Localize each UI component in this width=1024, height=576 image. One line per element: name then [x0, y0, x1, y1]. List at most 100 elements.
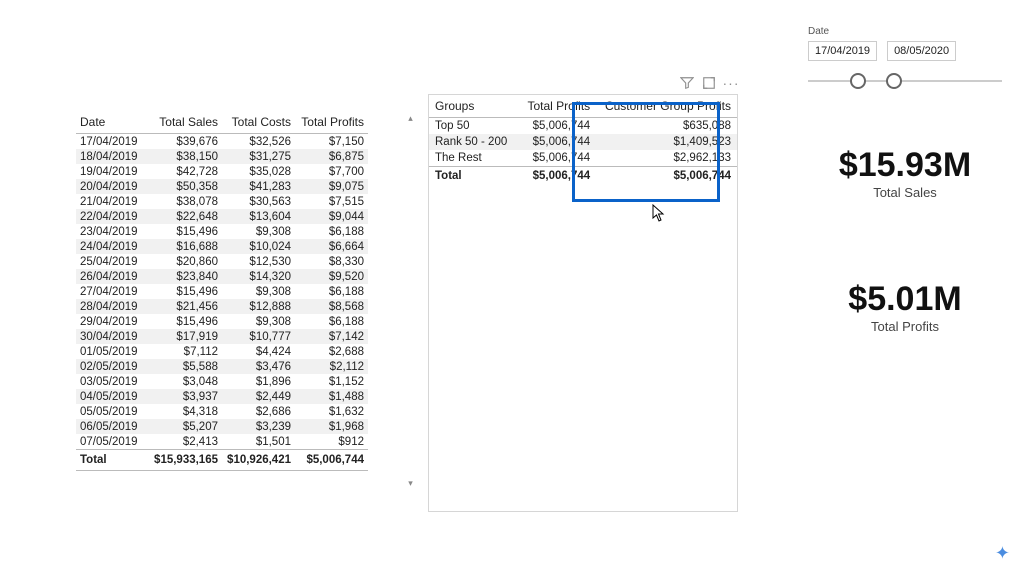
table-row[interactable]: 20/04/2019$50,358$41,283$9,075 — [76, 179, 368, 194]
cell-value: $5,588 — [146, 359, 222, 374]
cell-date: 21/04/2019 — [76, 194, 146, 209]
cell-value: $3,048 — [146, 374, 222, 389]
cell-value: $32,526 — [222, 134, 295, 150]
cell-date: 29/04/2019 — [76, 314, 146, 329]
date-slider[interactable] — [808, 71, 1002, 91]
table-row[interactable]: 02/05/2019$5,588$3,476$2,112 — [76, 359, 368, 374]
cell-value: $12,530 — [222, 254, 295, 269]
cell-date: 03/05/2019 — [76, 374, 146, 389]
cell-date: 30/04/2019 — [76, 329, 146, 344]
table-row[interactable]: 28/04/2019$21,456$12,888$8,568 — [76, 299, 368, 314]
cell-value: $6,188 — [295, 314, 368, 329]
table-row[interactable]: 07/05/2019$2,413$1,501$912 — [76, 434, 368, 450]
table-total-row: Total $15,933,165 $10,926,421 $5,006,744 — [76, 450, 368, 471]
table-row[interactable]: 26/04/2019$23,840$14,320$9,520 — [76, 269, 368, 284]
daily-table: Date Total Sales Total Costs Total Profi… — [76, 112, 368, 471]
date-slicer[interactable]: Date 17/04/2019 08/05/2020 — [808, 26, 1002, 91]
table-header-row: Groups Total Profits Customer Group Prof… — [429, 95, 737, 118]
visual-toolbar: ··· — [679, 75, 739, 91]
cell-group: The Rest — [429, 150, 514, 167]
cell-value: $635,088 — [596, 118, 737, 135]
table-row[interactable]: 17/04/2019$39,676$32,526$7,150 — [76, 134, 368, 150]
cell-value: $1,632 — [295, 404, 368, 419]
filter-icon[interactable] — [679, 75, 695, 91]
table-row[interactable]: 01/05/2019$7,112$4,424$2,688 — [76, 344, 368, 359]
slider-handle-end[interactable] — [886, 73, 902, 89]
cell-value: $2,112 — [295, 359, 368, 374]
cell-value: $9,308 — [222, 284, 295, 299]
col-total-sales[interactable]: Total Sales — [146, 112, 222, 134]
cell-value: $912 — [295, 434, 368, 450]
cell-value: $5,207 — [146, 419, 222, 434]
cell-date: 24/04/2019 — [76, 239, 146, 254]
scroll-down-icon[interactable]: ▾ — [404, 477, 417, 490]
cell-value: $1,409,523 — [596, 134, 737, 150]
col-total-costs[interactable]: Total Costs — [222, 112, 295, 134]
cell-value: $8,330 — [295, 254, 368, 269]
cell-value: $38,078 — [146, 194, 222, 209]
cell-value: $12,888 — [222, 299, 295, 314]
col-groups[interactable]: Groups — [429, 95, 514, 118]
date-end-input[interactable]: 08/05/2020 — [887, 41, 956, 61]
table-row[interactable]: 23/04/2019$15,496$9,308$6,188 — [76, 224, 368, 239]
scroll-up-icon[interactable]: ▴ — [404, 112, 417, 125]
table-row[interactable]: 25/04/2019$20,860$12,530$8,330 — [76, 254, 368, 269]
table-row[interactable]: 21/04/2019$38,078$30,563$7,515 — [76, 194, 368, 209]
cell-value: $35,028 — [222, 164, 295, 179]
daily-table-visual[interactable]: Date Total Sales Total Costs Total Profi… — [76, 112, 368, 471]
more-options-icon[interactable]: ··· — [723, 75, 739, 91]
cell-value: $1,896 — [222, 374, 295, 389]
cell-value: $5,006,744 — [514, 150, 596, 167]
cell-value: $16,688 — [146, 239, 222, 254]
col-total-profits[interactable]: Total Profits — [514, 95, 596, 118]
table-row[interactable]: 24/04/2019$16,688$10,024$6,664 — [76, 239, 368, 254]
col-date[interactable]: Date — [76, 112, 146, 134]
table-scrollbar[interactable]: ▴ ▾ — [404, 112, 417, 490]
table-row[interactable]: 06/05/2019$5,207$3,239$1,968 — [76, 419, 368, 434]
cell-date: 07/05/2019 — [76, 434, 146, 450]
table-row[interactable]: 04/05/2019$3,937$2,449$1,488 — [76, 389, 368, 404]
table-row[interactable]: The Rest$5,006,744$2,962,133 — [429, 150, 737, 167]
slider-handle-start[interactable] — [850, 73, 866, 89]
table-row[interactable]: 27/04/2019$15,496$9,308$6,188 — [76, 284, 368, 299]
slider-track[interactable] — [808, 80, 1002, 82]
col-customer-group-profits[interactable]: Customer Group Profits — [596, 95, 737, 118]
table-row[interactable]: 30/04/2019$17,919$10,777$7,142 — [76, 329, 368, 344]
table-row[interactable]: 19/04/2019$42,728$35,028$7,700 — [76, 164, 368, 179]
table-row[interactable]: 03/05/2019$3,048$1,896$1,152 — [76, 374, 368, 389]
cell-date: 23/04/2019 — [76, 224, 146, 239]
cell-value: $15,496 — [146, 314, 222, 329]
table-row[interactable]: 22/04/2019$22,648$13,604$9,044 — [76, 209, 368, 224]
focus-mode-icon[interactable] — [701, 75, 717, 91]
cell-date: 19/04/2019 — [76, 164, 146, 179]
cell-value: $9,308 — [222, 314, 295, 329]
cell-value: $31,275 — [222, 149, 295, 164]
cell-value: $1,501 — [222, 434, 295, 450]
table-row[interactable]: Top 50$5,006,744$635,088 — [429, 118, 737, 135]
cell-value: $3,239 — [222, 419, 295, 434]
cell-value: $6,188 — [295, 284, 368, 299]
cell-value: $6,664 — [295, 239, 368, 254]
total-label: Total — [429, 167, 514, 186]
table-row[interactable]: 29/04/2019$15,496$9,308$6,188 — [76, 314, 368, 329]
cell-value: $7,142 — [295, 329, 368, 344]
cell-value: $9,308 — [222, 224, 295, 239]
kpi-total-profits[interactable]: $5.01M Total Profits — [800, 280, 1010, 334]
groups-table-visual[interactable]: ··· Groups Total Profits Customer Group … — [428, 94, 738, 512]
scroll-track[interactable] — [404, 125, 417, 477]
cell-value: $14,320 — [222, 269, 295, 284]
cell-value: $2,686 — [222, 404, 295, 419]
cell-value: $8,568 — [295, 299, 368, 314]
cell-date: 27/04/2019 — [76, 284, 146, 299]
total-customer-group-profits: $5,006,744 — [596, 167, 737, 186]
cell-value: $17,919 — [146, 329, 222, 344]
table-row[interactable]: 18/04/2019$38,150$31,275$6,875 — [76, 149, 368, 164]
cell-value: $42,728 — [146, 164, 222, 179]
date-start-input[interactable]: 17/04/2019 — [808, 41, 877, 61]
table-row[interactable]: 05/05/2019$4,318$2,686$1,632 — [76, 404, 368, 419]
total-label: Total — [76, 450, 146, 471]
kpi-total-sales[interactable]: $15.93M Total Sales — [800, 146, 1010, 200]
col-total-profits[interactable]: Total Profits — [295, 112, 368, 134]
table-row[interactable]: Rank 50 - 200$5,006,744$1,409,523 — [429, 134, 737, 150]
cell-value: $7,112 — [146, 344, 222, 359]
